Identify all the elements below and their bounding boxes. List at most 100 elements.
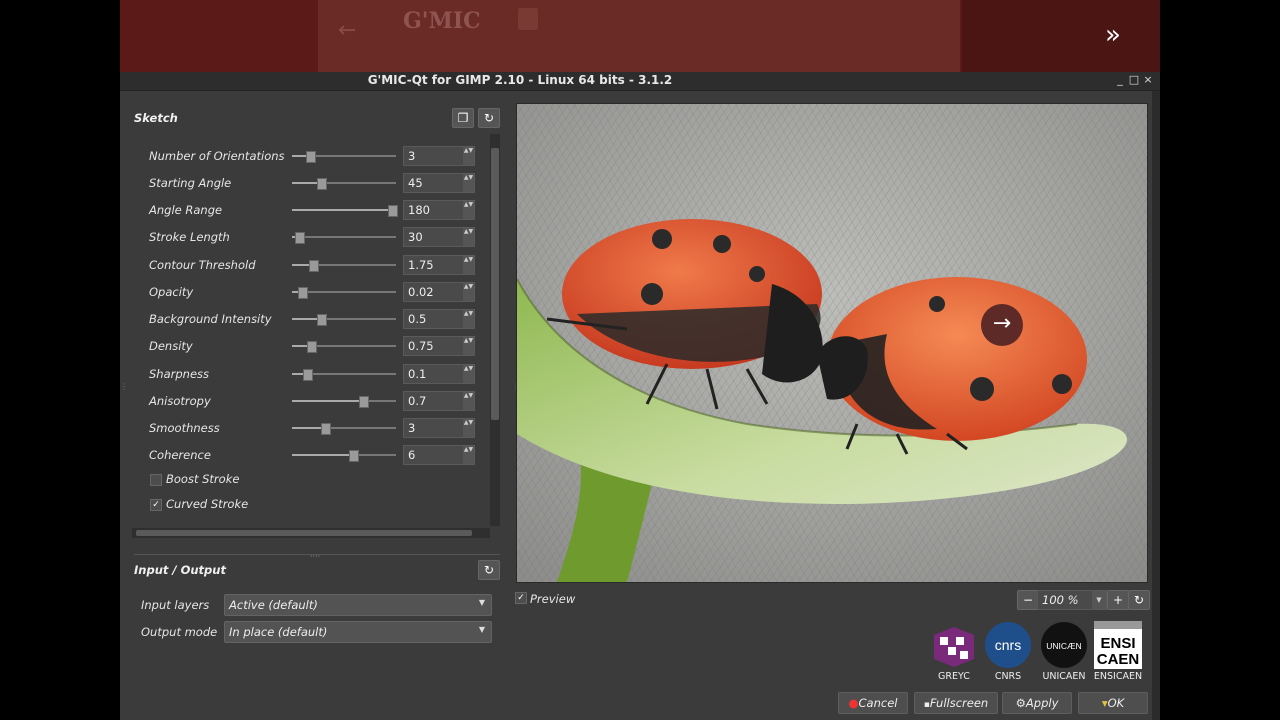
spin-arrows-icon[interactable]: ▲▼ (463, 446, 474, 464)
crest-icon (518, 8, 538, 30)
clipboard-icon: ❐ (457, 111, 469, 125)
slider-handle[interactable] (321, 423, 332, 435)
reset-icon: ↻ (1133, 593, 1145, 607)
param-slider[interactable] (292, 232, 396, 244)
param-spinbox[interactable]: 30 ▲▼ (403, 227, 475, 247)
arrow-right-icon: → (992, 311, 1012, 336)
slider-handle[interactable] (317, 178, 328, 190)
param-spinbox[interactable]: 0.7 ▲▼ (403, 391, 475, 411)
param-slider[interactable] (292, 450, 396, 462)
spin-arrows-icon[interactable]: ▲▼ (463, 201, 474, 219)
slider-handle[interactable] (295, 232, 306, 244)
spin-arrows-icon[interactable]: ▲▼ (463, 310, 474, 328)
param-slider[interactable] (292, 205, 398, 217)
param-spinbox[interactable]: 0.75 ▲▼ (403, 336, 475, 356)
spin-arrows-icon[interactable]: ▲▼ (463, 174, 474, 192)
param-slider[interactable] (292, 423, 396, 435)
window-title: G'MIC-Qt for GIMP 2.10 - Linux 64 bits -… (367, 73, 673, 87)
param-spinbox[interactable]: 0.5 ▲▼ (403, 309, 475, 329)
io-reset-button[interactable]: ↻ (478, 560, 500, 580)
param-slider[interactable] (292, 314, 396, 326)
cancel-button[interactable]: ●Cancel (838, 692, 908, 714)
window-border (1152, 91, 1160, 720)
input-layers-select[interactable]: Active (default) ▼ (224, 594, 492, 616)
slider-handle[interactable] (349, 450, 360, 462)
spin-arrows-icon[interactable]: ▲▼ (463, 365, 474, 383)
param-spinbox[interactable]: 45 ▲▼ (403, 173, 475, 193)
slider-handle[interactable] (358, 396, 369, 408)
params-hscroll-thumb[interactable] (136, 530, 472, 536)
output-mode-label: Output mode (141, 625, 218, 639)
preview-checkbox[interactable]: ✓ (515, 592, 527, 604)
ok-button[interactable]: ▾OK (1078, 692, 1148, 714)
param-row: Smoothness 3 ▲▼ (132, 416, 490, 440)
slider-handle[interactable] (308, 260, 319, 272)
param-slider[interactable] (292, 287, 396, 299)
param-spinbox[interactable]: 3 ▲▼ (403, 146, 475, 166)
param-spinbox[interactable]: 1.75 ▲▼ (403, 255, 475, 275)
slider-handle[interactable] (306, 341, 317, 353)
param-slider[interactable] (292, 341, 396, 353)
io-section-title: Input / Output (134, 563, 226, 577)
param-spinbox[interactable]: 0.02 ▲▼ (403, 282, 475, 302)
output-mode-select[interactable]: In place (default) ▼ (224, 621, 492, 643)
checkbox-label: Curved Stroke (166, 497, 249, 511)
minimize-button[interactable]: _ (1113, 73, 1127, 86)
maximize-button[interactable]: □ (1127, 73, 1141, 86)
spin-arrows-icon[interactable]: ▲▼ (463, 147, 474, 165)
copy-to-clipboard-button[interactable]: ❐ (452, 108, 474, 128)
splitter-grip-icon[interactable]: ···· (310, 553, 320, 561)
zoom-reset-button[interactable]: ↻ (1128, 590, 1150, 610)
slider-handle[interactable] (302, 369, 313, 381)
zoom-out-button[interactable]: − (1017, 590, 1039, 610)
close-button[interactable]: × (1141, 73, 1155, 86)
slider-handle[interactable] (298, 287, 309, 299)
param-spinbox[interactable]: 3 ▲▼ (403, 418, 475, 438)
param-checkbox[interactable]: ✓ (150, 499, 162, 511)
param-row: Sharpness 0.1 ▲▼ (132, 362, 490, 386)
param-checkbox[interactable] (150, 474, 162, 486)
back-arrow-icon: ← (338, 18, 357, 43)
param-slider[interactable] (292, 260, 396, 272)
spin-arrows-icon[interactable]: ▲▼ (463, 256, 474, 274)
checkbox-row[interactable]: ✓ Curved Stroke (132, 495, 490, 517)
reset-icon: ↻ (483, 563, 495, 577)
param-slider[interactable] (292, 178, 396, 190)
param-spinbox[interactable]: 0.1 ▲▼ (403, 364, 475, 384)
param-spinbox[interactable]: 6 ▲▼ (403, 445, 475, 465)
next-arrow-button[interactable]: → (981, 304, 1023, 346)
slider-handle[interactable] (305, 151, 316, 163)
reset-parameters-button[interactable]: ↻ (478, 108, 500, 128)
param-slider[interactable] (292, 151, 396, 163)
slider-fill (292, 209, 392, 211)
parameters-panel: Number of Orientations 3 ▲▼ Starting Angle 4… (132, 144, 490, 530)
zoom-select[interactable]: 100 % ▼ (1037, 590, 1107, 610)
preview-image[interactable] (516, 103, 1148, 583)
slider-handle[interactable] (387, 205, 398, 217)
param-slider[interactable] (292, 369, 396, 381)
ensicaen-label: ENSICAEN (1093, 671, 1143, 682)
checkbox-row[interactable]: Boost Stroke (132, 470, 490, 492)
ensicaen-logo-graphic: ENSI CAEN (1094, 621, 1142, 669)
spin-arrows-icon[interactable]: ▲▼ (463, 392, 474, 410)
spin-arrows-icon[interactable]: ▲▼ (463, 283, 474, 301)
input-layers-label: Input layers (141, 598, 210, 612)
param-row: Angle Range 180 ▲▼ (132, 198, 490, 222)
ensicaen-logo: ENSI CAEN (1094, 621, 1142, 669)
zoom-in-button[interactable]: + (1107, 590, 1129, 610)
double-chevron-right-icon[interactable]: » (1105, 22, 1121, 48)
param-spinbox[interactable]: 180 ▲▼ (403, 200, 475, 220)
unicaen-label: UNICAEN (1042, 671, 1086, 682)
slider-handle[interactable] (317, 314, 328, 326)
spin-arrows-icon[interactable]: ▲▼ (463, 419, 474, 437)
params-scroll-thumb[interactable] (491, 148, 499, 420)
param-slider[interactable] (292, 396, 396, 408)
unicaen-logo: UNICÆN (1040, 621, 1088, 669)
param-row: Contour Threshold 1.75 ▲▼ (132, 253, 490, 277)
spin-arrows-icon[interactable]: ▲▼ (463, 228, 474, 246)
spin-arrows-icon[interactable]: ▲▼ (463, 337, 474, 355)
resize-handle[interactable]: ⋮ (120, 382, 128, 391)
fullscreen-button[interactable]: ▪Fullscreen (914, 692, 998, 714)
apply-button[interactable]: ⚙Apply (1002, 692, 1072, 714)
param-label: Density (149, 339, 193, 353)
